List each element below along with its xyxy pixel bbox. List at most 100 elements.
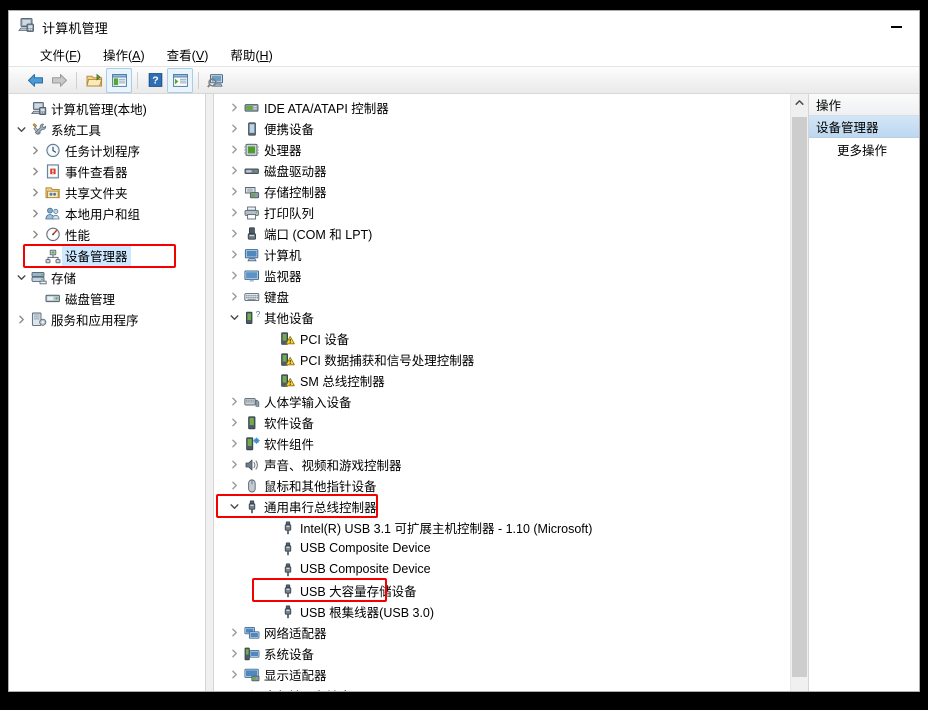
menu-action[interactable]: 操作(A) [92, 43, 156, 66]
forward-button[interactable] [47, 69, 71, 92]
tree-item-task-scheduler[interactable]: 任务计划程序 [9, 140, 205, 161]
properties-button[interactable] [167, 67, 193, 93]
device-tree-scroll-area[interactable]: IDE ATA/ATAPI 控制器 便携设备 处理器 磁盘驱动器 存储控制器 打… [214, 94, 790, 691]
device-node-keyboards[interactable]: 键盘 [214, 286, 790, 307]
chevron-right-icon[interactable] [226, 187, 242, 196]
chevron-right-icon[interactable] [226, 628, 242, 637]
tree-item-disk-management[interactable]: 磁盘管理 [9, 288, 205, 309]
back-button[interactable] [23, 69, 47, 92]
device-node-audio-inputs-outputs[interactable]: 音频输入和输出 [214, 685, 790, 691]
device-node-monitors[interactable]: 监视器 [214, 265, 790, 286]
help-button[interactable]: ? [143, 69, 167, 92]
chevron-right-icon[interactable] [226, 124, 242, 133]
chevron-right-icon[interactable] [226, 649, 242, 658]
chevron-right-icon[interactable] [226, 250, 242, 259]
tree-item-local-users-groups[interactable]: 本地用户和组 [9, 203, 205, 224]
device-node-disk-drives[interactable]: 磁盘驱动器 [214, 160, 790, 181]
device-node-usb-composite-device-2[interactable]: USB Composite Device [214, 559, 790, 580]
tree-item-services-applications[interactable]: 服务和应用程序 [9, 309, 205, 330]
device-node-label: IDE ATA/ATAPI 控制器 [264, 101, 389, 116]
usb-icon [278, 604, 297, 619]
device-node-computer[interactable]: 计算机 [214, 244, 790, 265]
device-node-ports[interactable]: 端口 (COM 和 LPT) [214, 223, 790, 244]
device-node-other-devices[interactable]: ? 其他设备 [214, 307, 790, 328]
tree-item-event-viewer[interactable]: 事件查看器 [9, 161, 205, 182]
device-node-mice-pointing-devices[interactable]: 鼠标和其他指针设备 [214, 475, 790, 496]
up-folder-button[interactable] [82, 69, 106, 92]
chevron-right-icon[interactable] [27, 209, 43, 218]
chevron-right-icon[interactable] [226, 397, 242, 406]
device-node-sm-bus-controller[interactable]: SM 总线控制器 [214, 370, 790, 391]
scan-hardware-button[interactable] [204, 69, 228, 92]
more-actions-menu-item[interactable]: 更多操作 [809, 138, 919, 160]
menu-file[interactable]: 文件(F) [29, 43, 92, 66]
scroll-up-button[interactable] [791, 94, 808, 111]
chevron-right-icon[interactable] [226, 166, 242, 175]
chevron-right-icon[interactable] [226, 439, 242, 448]
device-node-portable-devices[interactable]: 便携设备 [214, 118, 790, 139]
device-node-label: USB 大容量存储设备 [300, 584, 417, 599]
device-tree-scrollbar[interactable] [790, 94, 808, 691]
unknown-device-warning-icon [278, 373, 297, 388]
device-node-software-components[interactable]: 软件组件 [214, 433, 790, 454]
menu-help[interactable]: 帮助(H) [219, 43, 283, 66]
device-node-intel-usb31-host-controller[interactable]: Intel(R) USB 3.1 可扩展主机控制器 - 1.10 (Micros… [214, 517, 790, 538]
chevron-down-icon[interactable] [13, 273, 29, 282]
actions-pane-selected-object[interactable]: 设备管理器 [809, 116, 919, 138]
console-tree-pane[interactable]: 计算机管理(本地) 系统工具 任务计划程序 事件查看器 共享文件夹 本地用户和组… [9, 94, 206, 691]
device-node-label: 键盘 [264, 290, 290, 305]
device-node-universal-serial-bus-controllers[interactable]: 通用串行总线控制器 [214, 494, 790, 518]
minimize-button[interactable] [874, 11, 919, 43]
menu-view[interactable]: 查看(V) [156, 43, 220, 66]
chevron-right-icon[interactable] [226, 481, 242, 490]
device-node-system-devices[interactable]: 系统设备 [214, 643, 790, 664]
tree-item-performance[interactable]: 性能 [9, 224, 205, 245]
device-node-human-interface-devices[interactable]: 人体学输入设备 [214, 391, 790, 412]
chevron-right-icon[interactable] [226, 208, 242, 217]
chevron-right-icon[interactable] [226, 145, 242, 154]
chevron-right-icon[interactable] [226, 670, 242, 679]
device-node-processors[interactable]: 处理器 [214, 139, 790, 160]
mouse-icon [242, 478, 261, 493]
chevron-right-icon[interactable] [226, 271, 242, 280]
chevron-right-icon[interactable] [27, 188, 43, 197]
chevron-right-icon[interactable] [27, 230, 43, 239]
chevron-right-icon[interactable] [226, 460, 242, 469]
tree-item-computer-management-local[interactable]: 计算机管理(本地) [9, 98, 205, 119]
chevron-right-icon[interactable] [13, 315, 29, 324]
usb-icon [278, 520, 297, 535]
scrollbar-thumb[interactable] [792, 117, 807, 677]
chevron-right-icon[interactable] [226, 229, 242, 238]
chevron-down-icon[interactable] [226, 313, 242, 322]
device-node-usb-mass-storage-device[interactable]: USB 大容量存储设备 [214, 578, 790, 602]
device-node-usb-root-hub[interactable]: USB 根集线器(USB 3.0) [214, 601, 790, 622]
device-node-print-queues[interactable]: 打印队列 [214, 202, 790, 223]
audio-io-icon [242, 689, 261, 691]
usb-icon [242, 499, 261, 514]
device-node-storage-controllers[interactable]: 存储控制器 [214, 181, 790, 202]
chevron-right-icon[interactable] [27, 167, 43, 176]
chevron-right-icon[interactable] [226, 103, 242, 112]
tree-item-system-tools[interactable]: 系统工具 [9, 119, 205, 140]
device-node-software-devices[interactable]: 软件设备 [214, 412, 790, 433]
chevron-right-icon[interactable] [226, 292, 242, 301]
monitor-icon [242, 269, 261, 283]
chevron-down-icon[interactable] [13, 125, 29, 134]
chevron-right-icon[interactable] [226, 418, 242, 427]
device-node-sound-video-game-controllers[interactable]: 声音、视频和游戏控制器 [214, 454, 790, 475]
tree-item-storage[interactable]: 存储 [9, 267, 205, 288]
pane-splitter[interactable] [206, 94, 214, 691]
device-node-usb-composite-device-1[interactable]: USB Composite Device [214, 538, 790, 559]
device-node-pci-device[interactable]: PCI 设备 [214, 328, 790, 349]
tree-item-shared-folders[interactable]: 共享文件夹 [9, 182, 205, 203]
scrollbar-track[interactable] [791, 111, 808, 691]
chevron-right-icon[interactable] [27, 146, 43, 155]
sidebar-item-device-manager[interactable]: 设备管理器 [9, 244, 205, 268]
chevron-down-icon[interactable] [226, 502, 242, 511]
device-node-ide-controllers[interactable]: IDE ATA/ATAPI 控制器 [214, 97, 790, 118]
show-hide-console-tree-button[interactable] [106, 67, 132, 93]
device-node-pci-data-acquisition-controller[interactable]: PCI 数据捕获和信号处理控制器 [214, 349, 790, 370]
device-node-network-adapters[interactable]: 网络适配器 [214, 622, 790, 643]
device-node-display-adapters[interactable]: 显示适配器 [214, 664, 790, 685]
tree-item-label: 共享文件夹 [65, 186, 128, 201]
